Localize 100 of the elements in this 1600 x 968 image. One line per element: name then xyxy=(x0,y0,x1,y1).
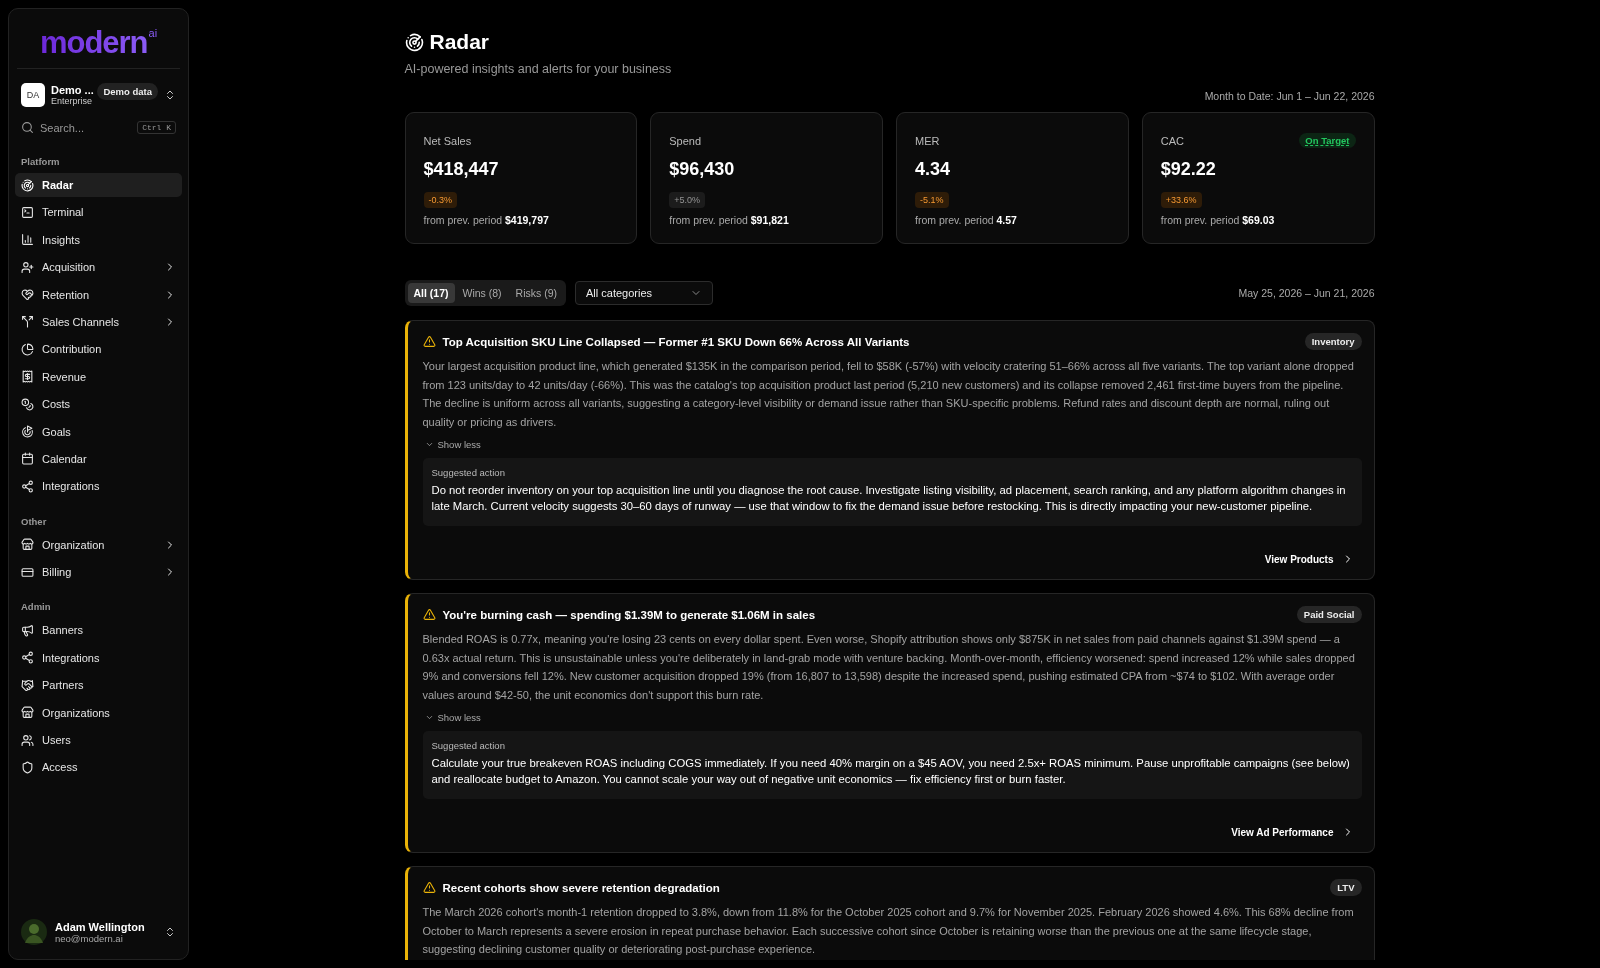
chevron-down-icon xyxy=(424,440,434,449)
switcher-icon[interactable] xyxy=(164,926,176,938)
warning-icon xyxy=(422,608,436,621)
alert-text: Your largest acquisition product line, which generated $135K in the comparison period, fell to $58K (-57%) with velocity cratering 51–66% across all five variants. The top variant alone dropped from 123 units/day to 42 units/day (-66%). This was the catalog's top acquisition product last period (5,210 new customers) and its collapse removed 2,461 first-time buyers from the pipeline. The decline is uniform across all variants, suggesting a category-level visibility or demand issue rather than SKU-specific problems. Refund rates and discount depth are normal, ruling out quality or pricing as drivers. xyxy=(422,359,1355,430)
nav-item[interactable]: Costs xyxy=(15,392,182,417)
filter-tab[interactable]: All (17) xyxy=(407,283,455,303)
org-avatar: DA xyxy=(21,83,45,107)
org-name: Demo ... xyxy=(51,84,92,96)
user-name: Adam Wellington xyxy=(55,920,145,933)
nav-item[interactable]: Calendar xyxy=(15,446,182,471)
comparison-text: from prev. period $91,821 xyxy=(669,214,790,226)
section-title: Admin xyxy=(20,600,52,615)
pie-chart-icon xyxy=(21,342,34,356)
comparison-text: from prev. period $419,797 xyxy=(423,214,550,226)
view-link[interactable]: View Ad Performance xyxy=(1231,826,1362,838)
nav-item[interactable]: Acquisition xyxy=(15,255,182,280)
terminal-icon xyxy=(21,205,34,219)
period-label: Month to Date: Jun 1 – Jun 22, 2026 xyxy=(1203,90,1375,102)
alert-text: The March 2026 cohort's month-1 retention dropped to 3.8%, down from 11.8% for the October 2025 cohort and 9.7% for November 2025. February 2026 showed 4.6%. This 68% decline from October to March represents a severe erosion in repeat purchase behavior. Each successive cohort since October is retaining worse than the previous one at the same lifecycle stage, suggesting declining customer quality or deteriorating post-purchase experience. xyxy=(422,905,1355,957)
metric-label: MER xyxy=(915,135,940,147)
delta-badge: +5.0% xyxy=(669,192,706,208)
shield-icon xyxy=(21,760,34,774)
share-icon xyxy=(21,651,34,665)
filter-tab[interactable]: Risks (9) xyxy=(509,283,564,303)
users-icon xyxy=(21,733,34,747)
action-text: Calculate your true breakeven ROAS including COGS immediately. If you need 40% margin on a $45 AOV, you need 2.5x+ ROAS minimum. Pause unprofitable campaigns (see below) and reallocate budget to Amazon. You cannot scale your way out of negative unit economics — fix efficiency first or burn faster. xyxy=(431,756,1351,787)
nav-item[interactable]: Users xyxy=(15,728,182,753)
category-tag: LTV xyxy=(1330,879,1362,896)
nav-item[interactable]: Retention xyxy=(15,282,182,307)
warning-icon xyxy=(422,881,436,894)
megaphone-icon xyxy=(21,623,34,637)
comparison-text: from prev. period $69.03 xyxy=(1160,214,1276,226)
alert-title: You're burning cash — spending $1.39M to generate $1.06M in sales xyxy=(442,608,817,621)
metric-value: 4.34 xyxy=(915,159,952,180)
share-icon xyxy=(21,479,34,493)
card-icon xyxy=(21,565,34,579)
nav-item[interactable]: Contribution xyxy=(15,337,182,362)
delta-badge: +33.6% xyxy=(1160,192,1202,208)
nav-item[interactable]: Organization xyxy=(15,532,182,557)
store-icon xyxy=(21,538,34,552)
action-label: Suggested action xyxy=(431,467,506,478)
nav-item[interactable]: Sales Channels xyxy=(15,309,182,334)
alert-text: Blended ROAS is 0.77x, meaning you're losing 23 cents on every dollar spent. Even worse, Shopify attribution shows only $875K in net sales from paid channels against $1.39M spend — a 0.63x actual return. This is unsustainable unless you're deliberately in land-grab mode with venture backing. Month-over-month, efficiency worsened: spend increased 12% while sales dropped 9% and conversions fell 12%. New customer acquisition dropped 19% (from 16,807 to 13,598) despite the increased spend, pushing estimated CPA from ~$74 to $102. With average order values around $42-50, the unit economics don't support this burn rate. xyxy=(422,632,1356,703)
shortcut-hint: Ctrl K xyxy=(137,121,176,134)
nav-item[interactable]: Access xyxy=(15,755,182,780)
split-icon xyxy=(21,315,34,329)
metric-label: Spend xyxy=(669,135,702,147)
radar-icon xyxy=(404,32,424,52)
calendar-icon xyxy=(21,452,34,466)
metric-value: $92.22 xyxy=(1160,159,1217,180)
nav-item[interactable]: Banners xyxy=(15,618,182,643)
nav-item[interactable]: Insights xyxy=(15,227,182,252)
warning-icon xyxy=(422,335,436,348)
action-label: Suggested action xyxy=(431,740,506,751)
metric-value: $418,447 xyxy=(423,159,500,180)
action-text: Do not reorder inventory on your top acquisition line until you diagnose the root cause. Investigate listing visibility, ad placement, search ranking, and any platform algorithm changes in late March. Current velocity suggests 30–60 days of runway — use that window to fix the demand issue before restocking. This is directly impacting your new-customer pipeline. xyxy=(431,483,1347,514)
show-less-toggle[interactable]: Show less xyxy=(424,712,481,723)
nav-item[interactable]: Integrations xyxy=(15,474,182,499)
switcher-icon[interactable] xyxy=(164,89,176,101)
nav-item[interactable]: Radar xyxy=(15,173,182,197)
heart-hand-icon xyxy=(21,288,34,302)
category-tag: Inventory xyxy=(1304,333,1362,350)
avatar xyxy=(21,919,47,945)
show-less-toggle[interactable]: Show less xyxy=(424,439,481,450)
date-range: May 25, 2026 – Jun 21, 2026 xyxy=(1238,287,1375,299)
view-link[interactable]: View Products xyxy=(1264,553,1362,565)
goal-icon xyxy=(21,425,34,438)
receipt-icon xyxy=(21,370,34,384)
section-title: Platform xyxy=(20,155,61,169)
search-icon xyxy=(21,121,34,134)
delta-badge: -5.1% xyxy=(915,192,949,208)
store-icon xyxy=(21,706,34,720)
nav-item[interactable]: Terminal xyxy=(15,200,182,225)
chevron-down-icon xyxy=(424,713,434,722)
category-tag: Paid Social xyxy=(1296,606,1362,623)
page-subtitle: AI-powered insights and alerts for your business xyxy=(404,62,673,76)
user-plus-icon xyxy=(21,260,34,274)
status-badge: On Target xyxy=(1299,133,1356,148)
search-field[interactable]: Search... xyxy=(40,121,130,134)
bar-chart-icon xyxy=(21,233,34,247)
nav-item[interactable]: Partners xyxy=(15,673,182,698)
page-title: Radar xyxy=(429,30,490,54)
category-dropdown[interactable]: All categories xyxy=(575,281,714,305)
delta-badge: -0.3% xyxy=(423,192,457,208)
metric-label: Net Sales xyxy=(423,135,472,147)
metric-label: CAC xyxy=(1160,135,1184,147)
logo-superscript: ai xyxy=(148,27,158,39)
demo-badge: Demo data xyxy=(97,83,158,100)
alert-title: Recent cohorts show severe retention degradation xyxy=(442,881,721,894)
nav-item[interactable]: Revenue xyxy=(15,364,182,389)
handshake-icon xyxy=(21,678,34,692)
coins-icon xyxy=(21,397,34,411)
org-plan: Enterprise xyxy=(51,96,92,106)
nav-item[interactable]: Integrations xyxy=(15,645,182,670)
filter-tab[interactable]: Wins (8) xyxy=(456,283,508,303)
nav-item[interactable]: Organizations xyxy=(15,700,182,725)
nav-item[interactable]: Goals xyxy=(15,419,182,444)
nav-item[interactable]: Billing xyxy=(15,560,182,585)
radar-icon xyxy=(21,178,34,192)
section-title: Other xyxy=(20,514,48,529)
